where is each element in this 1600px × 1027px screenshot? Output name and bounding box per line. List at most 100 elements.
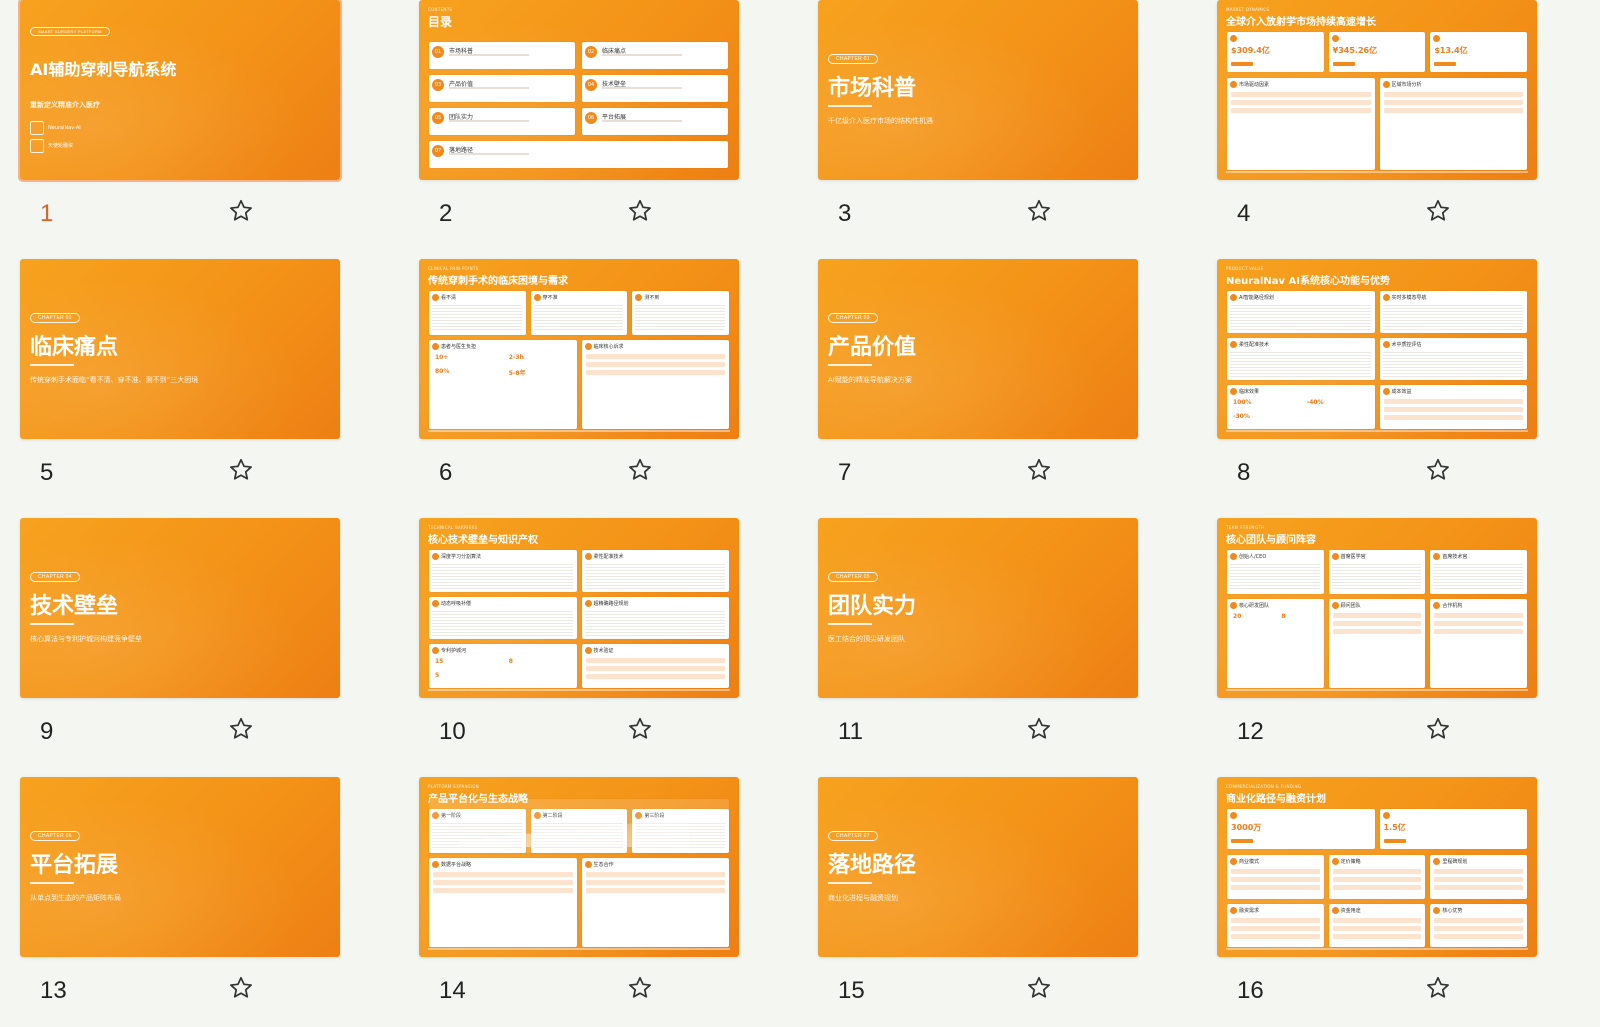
section-title: 数据平台战略: [441, 862, 472, 868]
metric-value: 20: [1233, 613, 1242, 620]
star-icon[interactable]: [627, 716, 653, 742]
section-card: 融资需求: [1227, 903, 1324, 947]
toc-entry: 05 团队实力: [429, 108, 575, 135]
chapter-chip: CHAPTER 03: [828, 313, 878, 323]
section-card: 成本效益: [1379, 385, 1527, 429]
slide-title: 全球介入放射学市场持续高速增长: [1226, 17, 1376, 28]
slide-title: 市场科普: [828, 76, 917, 101]
section-card: 资金用途: [1328, 903, 1426, 947]
star-icon[interactable]: [1026, 975, 1052, 1001]
star-icon[interactable]: [228, 975, 254, 1001]
slide-title: 技术壁垒: [30, 594, 119, 619]
feature-card: 柔性配准技术: [581, 550, 729, 592]
slide-thumbnail[interactable]: PLATFORM EXPANSION 产品平台化与生态战略 第一阶段 第二阶段 第三阶段…: [419, 777, 739, 957]
toc-number: 03: [432, 79, 444, 91]
slide-title: 平台拓展: [30, 853, 119, 878]
slide-cell: TECHNICAL BARRIERS 核心技术壁垒与知识产权 深度学习分割算法 柔性配…: [419, 518, 739, 768]
slide-number: 10: [439, 718, 466, 745]
slide-title: 团队实力: [828, 594, 917, 619]
card-text: [584, 562, 725, 589]
section-card: 核心研发团队 20 8: [1227, 599, 1324, 688]
feature-card: 测不到: [632, 291, 729, 335]
slide-thumbnail[interactable]: CHAPTER 03 产品价值 AI赋能的精准导航解决方案: [818, 259, 1138, 439]
slide-thumbnail[interactable]: TEAM STRENGTH 核心团队与顾问阵容 创始人/CEO 首席医学官 首席技术官核…: [1217, 518, 1537, 698]
section-row: [1231, 925, 1320, 931]
star-icon[interactable]: [1425, 975, 1451, 1001]
star-icon[interactable]: [627, 198, 653, 224]
feature-card: 术中质控评估: [1379, 338, 1527, 380]
star-icon[interactable]: [228, 198, 254, 224]
toc-entry: 04 技术壁垒: [582, 75, 728, 102]
slide-thumbnail[interactable]: CHAPTER 07 落地路径 商业化进程与融资规划: [818, 777, 1138, 957]
star-icon[interactable]: [1026, 716, 1052, 742]
slide-subtitle: 医工结合的顶尖研发团队: [828, 635, 905, 643]
slide-footer: [1226, 430, 1528, 432]
slide-number: 6: [439, 459, 453, 486]
star-icon[interactable]: [627, 457, 653, 483]
slide-thumbnail[interactable]: CHAPTER 05 团队实力医工结合的顶尖研发团队: [818, 518, 1138, 698]
slide-thumbnail[interactable]: COMMERCIALIZATION & FUNDING 商业化路径与融资计划 300…: [1217, 777, 1537, 957]
section-icon: [1382, 81, 1390, 88]
section-row: [1434, 613, 1523, 618]
section-title: 商业模式: [1239, 859, 1260, 865]
metric-icon: [1230, 812, 1237, 819]
slide-subtitle: 传统穿刺手术面临“看不清、穿不准、测不到”三大困境: [30, 376, 199, 384]
growth-chart: [429, 799, 729, 853]
section-icon: [1230, 906, 1237, 914]
feature-card: 柔性配准技术: [1227, 338, 1375, 380]
star-icon[interactable]: [1425, 716, 1451, 742]
toc-entry: 03 产品价值: [429, 75, 575, 102]
star-icon[interactable]: [1425, 198, 1451, 224]
toc-description: [602, 54, 682, 56]
card-icon: [635, 294, 643, 301]
feature-card: 深度学习分割算法: [429, 550, 577, 592]
slide-thumbnail[interactable]: CHAPTER 06 平台拓展 从单点到生态的产品矩阵布局: [20, 777, 340, 957]
slide-subtitle: 商业化进程与融资规划: [828, 894, 898, 902]
slide-number: 7: [838, 459, 852, 486]
slide-number: 14: [439, 977, 466, 1004]
card-icon: [1230, 341, 1237, 348]
section-row: [1383, 399, 1523, 404]
card-icon: [584, 600, 592, 607]
card-title: 实时多模态导航: [1391, 295, 1427, 301]
section-row: [1434, 621, 1523, 626]
section-icon: [1230, 858, 1237, 865]
metric-value: 10+: [435, 354, 449, 361]
section-row: [1383, 92, 1523, 97]
section-icon: [584, 647, 592, 654]
metric-value: $13.4亿: [1434, 46, 1468, 55]
chapter-chip: CHAPTER 05: [828, 572, 878, 582]
slide-number: 8: [1237, 459, 1251, 486]
metric-card: 1.5亿: [1379, 809, 1527, 849]
slide-thumbnail[interactable]: PRODUCT VALUE NeuralNav AI系统核心功能与优势 AI智能路径…: [1217, 259, 1537, 439]
slide-thumbnail[interactable]: SMART SURGERY PLATFORM AI辅助穿刺导航系统 重新定义精准介入…: [18, 0, 342, 182]
slide-thumbnail[interactable]: CHAPTER 04 技术壁垒 核心算法与专利护城河构建竞争壁垒: [20, 518, 340, 698]
card-text: [1382, 350, 1523, 377]
slide-thumbnail[interactable]: TECHNICAL BARRIERS 核心技术壁垒与知识产权 深度学习分割算法 柔性配…: [419, 518, 739, 698]
slide-thumbnail[interactable]: CONTENTS 目录 01 市场科普 02 临床痛点 03 产品价值 04 技术壁垒 05 团队实力…: [419, 0, 739, 180]
metric-card: ¥345.26亿: [1328, 32, 1426, 72]
card-icon: [1230, 294, 1237, 301]
slide-footer: [428, 430, 730, 432]
feature-card: 看不清: [429, 291, 526, 335]
star-icon[interactable]: [627, 975, 653, 1001]
slide-thumbnail[interactable]: CHAPTER 01 市场科普 千亿级介入医疗市场的结构性机遇: [818, 0, 1138, 180]
card-text: [1230, 350, 1371, 377]
star-icon[interactable]: [228, 716, 254, 742]
star-icon[interactable]: [228, 457, 254, 483]
star-icon[interactable]: [1026, 198, 1052, 224]
toc-entry: 07 落地路径: [429, 141, 728, 168]
slide-thumbnail[interactable]: CHAPTER 02 临床痛点 传统穿刺手术面临“看不清、穿不准、测不到”三大困境: [20, 259, 340, 439]
slide-kicker: PLATFORM EXPANSION: [428, 784, 479, 789]
slide-thumbnail[interactable]: MARKET DYNAMICS 全球介入放射学市场持续高速增长 $309.4亿 ¥34…: [1217, 0, 1537, 180]
section-row: [1231, 92, 1371, 97]
star-icon[interactable]: [1026, 457, 1052, 483]
slide-title: 传统穿刺手术的临床困境与需求: [428, 276, 568, 287]
slide-thumbnail[interactable]: CLINICAL PAIN POINTS 传统穿刺手术的临床困境与需求 看不清 穿不准…: [419, 259, 739, 439]
star-icon[interactable]: [1425, 457, 1451, 483]
toc-description: [449, 153, 529, 155]
section-row: [1332, 629, 1422, 634]
section-row: [585, 666, 725, 671]
slide-kicker: CLINICAL PAIN POINTS: [428, 266, 479, 271]
toc-number: 06: [585, 112, 597, 124]
